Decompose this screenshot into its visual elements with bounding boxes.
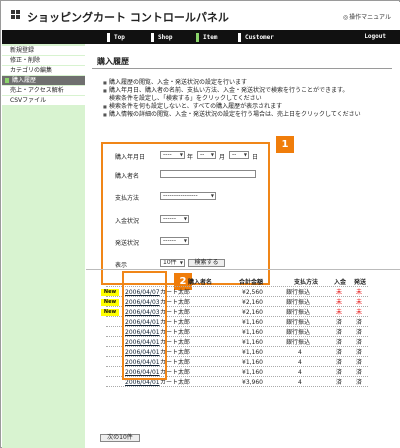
search-panel: 購入年月日 ---- 年 -- 月 -- 日 購入者名 支払方法 -------… [101,142,270,285]
nav-customer[interactable]: Customer [238,33,274,42]
day-select[interactable]: -- [229,151,249,159]
sidebar: 新規登録 修正・削除 カテゴリの編集 購入履歴 売上・アクセス解析 CSVファイ… [2,44,85,448]
new-badge: New [101,289,119,296]
shipping-status: 済 [356,319,363,326]
shipping-status: 済 [356,379,363,386]
deposit-status: 済 [336,349,343,356]
payment-method: 銀行振込 [286,289,311,296]
purchase-date-highlight [122,271,167,380]
instruction-item: 購入情報の詳細の閲覧、入金・発送状況の設定を行う場合は、売上日をクリックしてくだ… [103,111,398,118]
deposit-status: 済 [336,379,343,386]
column-total-amount: 合計金額 [239,279,264,286]
logout-link[interactable]: Logout [364,33,386,40]
month-unit: 月 [219,154,226,161]
sidebar-item-new[interactable]: 新規登録 [2,46,85,55]
deposit-status: 済 [336,319,343,326]
sidebar-item-purchase-history[interactable]: 購入履歴 [2,76,85,85]
shipping-status: 済 [356,329,363,336]
payment-method: 4 [298,379,302,386]
column-buyer-name: 購入者名 [188,279,213,286]
year-unit: 年 [187,154,194,161]
nav-item[interactable]: Item [196,33,217,42]
instruction-item: 検索条件を設定し、「検索する」をクリックしてください [109,95,262,102]
nav-shop[interactable]: Shop [151,33,172,42]
payment-method: 銀行振込 [286,309,311,316]
instruction-item: 購入年月日、購入者の名前、支払い方法、入金・発送状況で検索を行うことができます。 [103,87,398,94]
shipping-status-select[interactable]: ------ [160,237,189,245]
column-payment-method: 支払方法 [294,279,319,286]
deposit-status: 未 [336,299,343,306]
column-deposit: 入金 [334,279,347,286]
deposit-status: 済 [336,359,343,366]
deposit-status: 未 [336,289,343,296]
total-amount: ¥1,160 [242,339,263,346]
new-badge: New [101,299,119,306]
deposit-status: 済 [336,369,343,376]
display-count-select[interactable]: 10件 [160,259,185,267]
deposit-status-label: 入金状況 [115,218,140,225]
total-amount: ¥1,160 [242,369,263,376]
sidebar-item-csv[interactable]: CSVファイル [2,96,85,105]
deposit-status: 済 [336,339,343,346]
next-page-button[interactable]: 次の10件 [100,434,140,442]
application-window: ショッピングカート コントロールパネル 操作マニュアル Top Shop Ite… [0,0,400,448]
total-amount: ¥2,160 [242,309,263,316]
total-amount: ¥2,160 [242,299,263,306]
payment-method: 銀行振込 [286,299,311,306]
deposit-status-select[interactable]: ------ [160,215,189,223]
deposit-status: 未 [336,309,343,316]
results-divider [86,269,400,270]
shipping-status: 済 [356,359,363,366]
instruction-item: 検索条件を何も設定しないと、すべての購入履歴が表示されます [103,103,398,110]
payment-method: 銀行振込 [286,319,311,326]
total-amount: ¥2,560 [242,289,263,296]
new-badge: New [101,309,119,316]
payment-method: 銀行振込 [286,339,311,346]
search-button[interactable]: 検索する [188,259,225,267]
instructions: 購入履歴の閲覧、入金・発送状況の設定を行います 購入年月日、購入者の名前、支払い… [103,79,398,119]
deposit-status: 済 [336,329,343,336]
instruction-item: 購入履歴の閲覧、入金・発送状況の設定を行います [103,79,398,86]
grid-logo-icon [11,10,21,20]
nav-top[interactable]: Top [107,33,125,42]
top-navigation: Top Shop Item Customer Logout [2,30,400,44]
shipping-status: 済 [356,369,363,376]
shipping-status: 済 [356,349,363,356]
payment-method-label: 支払方法 [115,195,140,202]
payment-method-select[interactable]: ---------------- [160,192,216,200]
sidebar-item-category[interactable]: カテゴリの編集 [2,66,85,75]
payment-method: 銀行振込 [286,329,311,336]
sidebar-item-sales-analysis[interactable]: 売上・アクセス解析 [2,86,85,95]
main-content: 購入履歴 購入履歴の閲覧、入金・発送状況の設定を行います 購入年月日、購入者の名… [85,44,400,448]
display-count-label: 表示 [115,262,128,269]
callout-badge-search: 1 [276,136,294,153]
sidebar-item-edit[interactable]: 修正・削除 [2,56,85,65]
column-shipping: 発送 [354,279,367,286]
title-divider [92,68,392,69]
shipping-status: 未 [356,299,363,306]
page-title: 購入履歴 [97,57,129,66]
shipping-status: 未 [356,289,363,296]
month-select[interactable]: -- [197,151,216,159]
payment-method: 4 [298,349,302,356]
app-header: ショッピングカート コントロールパネル 操作マニュアル [2,2,400,30]
shipping-status-label: 発送状況 [115,240,140,247]
total-amount: ¥1,160 [242,319,263,326]
year-select[interactable]: ---- [160,151,185,159]
total-amount: ¥1,160 [242,359,263,366]
total-amount: ¥1,160 [242,349,263,356]
buyer-name-label: 購入者名 [115,173,140,180]
payment-method: 4 [298,369,302,376]
app-title: ショッピングカート コントロールパネル [27,11,229,24]
manual-link[interactable]: 操作マニュアル [343,12,391,21]
day-unit: 日 [252,154,259,161]
payment-method: 4 [298,359,302,366]
buyer-name-input[interactable] [160,170,256,178]
total-amount: ¥3,960 [242,379,263,386]
shipping-status: 済 [356,339,363,346]
shipping-status: 未 [356,309,363,316]
total-amount: ¥1,160 [242,329,263,336]
purchase-date-label: 購入年月日 [115,154,146,161]
